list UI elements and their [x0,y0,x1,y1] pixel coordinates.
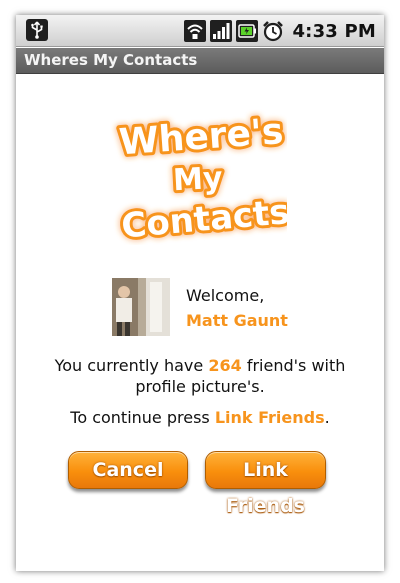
status-time: 4:33 PM [292,20,376,42]
status-icons: 4:33 PM [184,18,376,44]
logo-line-1: Where's [118,111,285,163]
status-bar: 4:33 PM [16,15,384,47]
wifi-icon [184,20,207,42]
cancel-button[interactable]: Cancel [68,451,188,489]
logo-line-3: Contacts [120,192,287,245]
friend-count-message: You currently have 264 friend's with pro… [54,356,346,396]
welcome-label: Welcome, [186,286,265,305]
alarm-icon [263,21,284,42]
link-friends-button[interactable]: Link Friends [205,451,326,517]
continue-action-highlight: Link Friends [214,408,325,427]
friend-count: 264 [208,356,242,375]
user-name: Matt Gaunt [186,311,288,330]
title-bar: Wheres My Contacts [16,48,384,74]
avatar [112,278,170,336]
app-logo: Where's My Contacts [115,108,287,245]
usb-icon [26,19,48,41]
signal-icon [210,20,233,42]
continue-instruction: To continue press Link Friends. [70,408,330,427]
battery-icon [236,20,259,42]
app-screen: 4:33 PM Wheres My Contacts Where's My Co… [16,15,384,571]
logo-line-2: My [172,161,224,199]
app-title: Wheres My Contacts [24,51,198,69]
